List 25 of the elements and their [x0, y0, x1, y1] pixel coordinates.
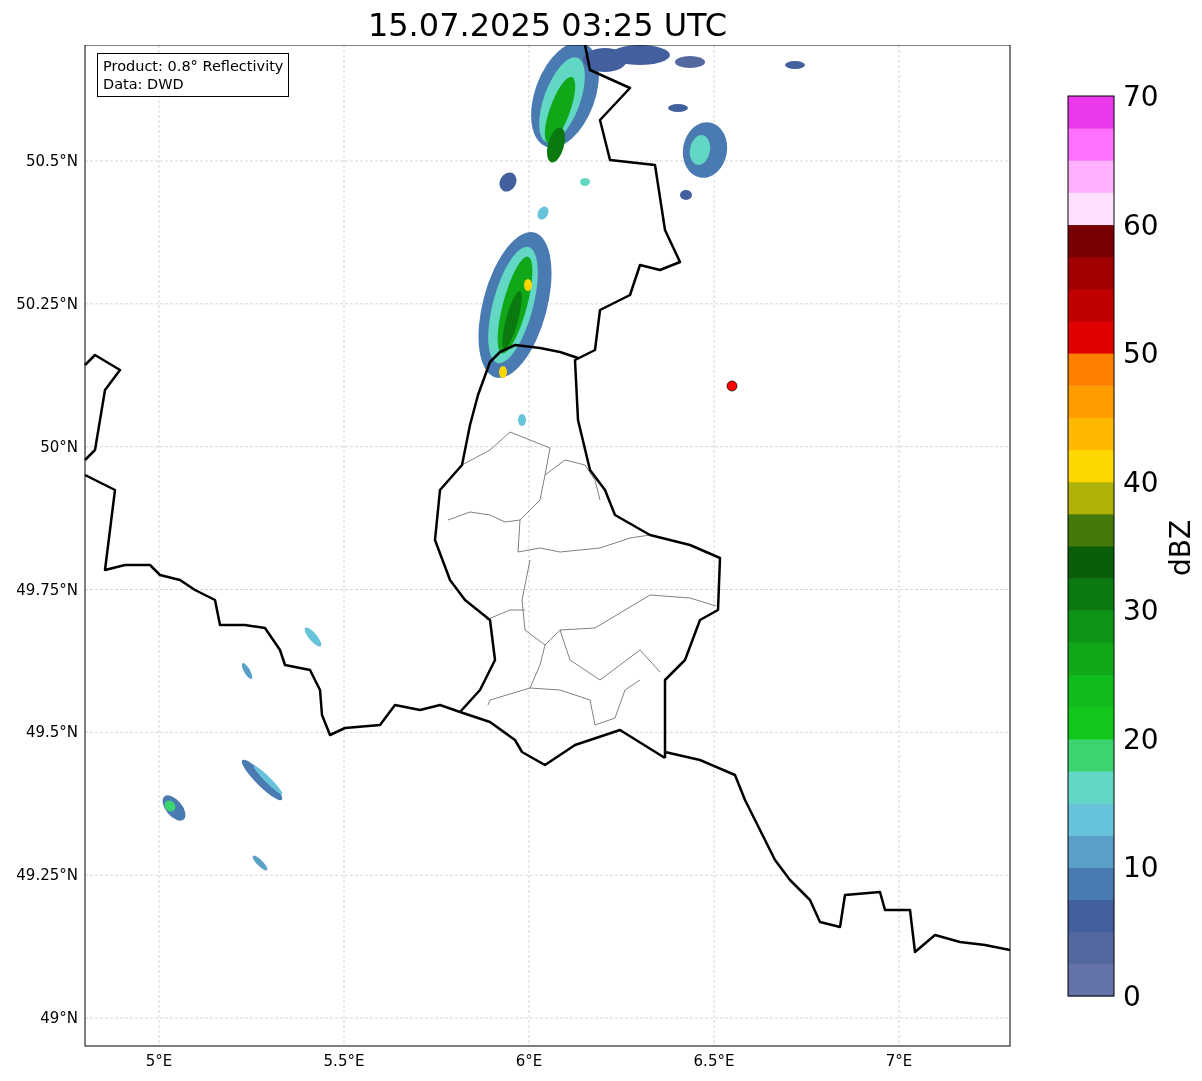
info-text: Product: 0.8° Reflectivity	[103, 57, 284, 75]
longitude-label: 7°E	[885, 1052, 913, 1070]
longitude-label: 5°E	[145, 1052, 173, 1070]
latitude-label: 50°N	[40, 437, 78, 456]
longitude-label: 6.5°E	[693, 1052, 735, 1070]
latitude-label: 49.25°N	[16, 866, 78, 885]
latitude-label: 49.75°N	[16, 580, 78, 599]
colorbar-tick-label: 50	[1123, 337, 1159, 371]
colorbar-tick-label: 20	[1123, 722, 1159, 756]
colorbar-label: dBZ	[1164, 519, 1197, 577]
longitude-label: 5.5°E	[323, 1052, 365, 1070]
colorbar-tick-label: 40	[1123, 465, 1159, 499]
colorbar-tick-label: 70	[1123, 80, 1159, 113]
info-text: Data: DWD	[103, 75, 185, 93]
map-title: 15.07.2025 03:25 UTC	[366, 5, 729, 45]
colorbar-tick-label: 30	[1123, 594, 1159, 628]
colorbar-tick-label: 10	[1123, 851, 1159, 885]
colorbar-tick-label: 60	[1123, 208, 1159, 242]
colorbar-tick-label: 0	[1123, 980, 1141, 1013]
longitude-label: 6°E	[515, 1052, 543, 1070]
latitude-label: 49°N	[40, 1009, 78, 1027]
latitude-label: 49.5°N	[25, 723, 78, 742]
station-marker	[726, 380, 738, 392]
latitude-label: 50.25°N	[16, 294, 78, 313]
latitude-label: 50.5°N	[25, 152, 78, 170]
